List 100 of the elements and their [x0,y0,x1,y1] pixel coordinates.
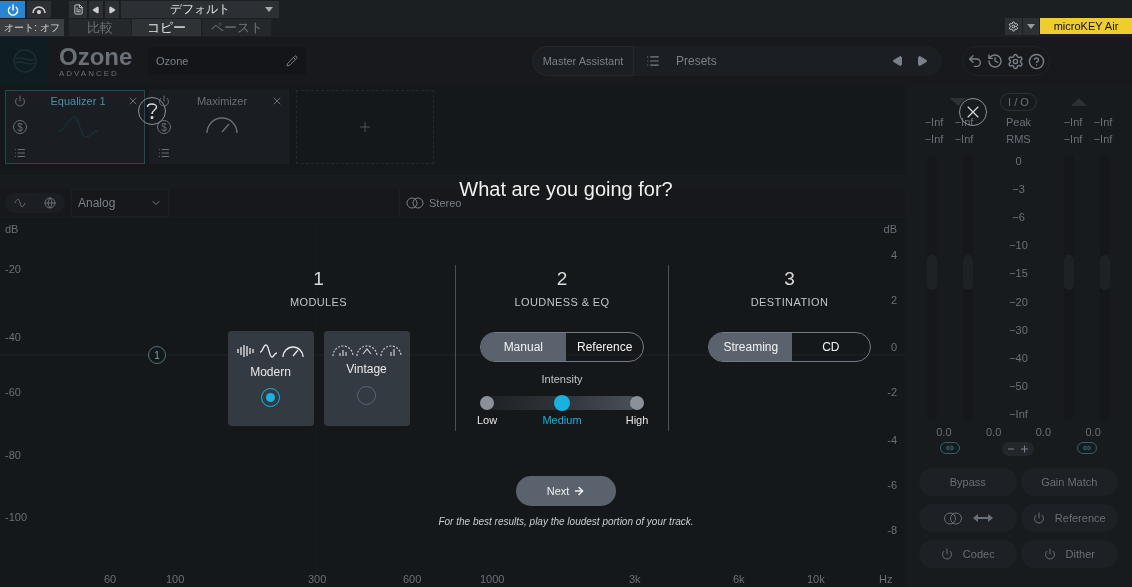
left-triangle-icon [892,55,904,67]
meter-value: −Inf [923,116,945,128]
dropdown-button[interactable] [1023,18,1039,35]
intensity-option[interactable]: Low [472,395,502,426]
power-icon[interactable] [14,95,26,107]
gain-step-button[interactable] [1002,442,1035,456]
list-icon[interactable] [14,147,26,159]
preset-name-field[interactable]: Ozone [148,47,306,75]
document-icon [72,4,84,15]
caret-icon [265,7,273,12]
curve-icon [14,198,26,208]
previous-button[interactable] [89,1,103,18]
module-icons-drawing [235,343,306,359]
preset-dropdown[interactable]: デフォルト [121,1,279,18]
power-icon [1043,548,1056,560]
power-icon[interactable] [158,95,170,107]
frequency-label: 300 [308,573,327,585]
dither-button[interactable]: Dither [1020,540,1118,568]
history-icon[interactable] [987,53,1003,69]
meter-button[interactable]: Bypass [919,468,1017,496]
power-icon [1032,512,1045,524]
host-action-button[interactable]: コピー [132,19,201,36]
globe-icon [44,197,56,209]
left-triangle-icon [92,5,100,14]
segment-option[interactable]: Manual [480,333,566,361]
auto-mode-button[interactable]: オート: オフ [0,19,64,36]
gain-value: 0.0 [1084,426,1102,438]
link-icon [946,444,955,452]
gain-value: 0.0 [984,426,1003,438]
axis-label: -8 [887,524,897,536]
minus-plus-icon [1007,445,1030,453]
question-icon [146,102,158,120]
intensity-option[interactable]: High [622,395,652,426]
segment-option[interactable]: Streaming [709,333,793,361]
presets-label[interactable]: Presets [676,54,886,68]
curve-button[interactable] [27,1,51,18]
plus-icon [357,119,373,135]
view-toggle[interactable] [5,193,65,213]
meter-value: −Inf [1062,116,1084,128]
module-card[interactable]: $ Equalizer 1 [5,90,145,164]
axis-label: -60 [5,386,21,398]
scale-label: 0 [1015,155,1022,167]
intensity-option[interactable]: Medium [537,395,587,426]
frequency-label: 600 [403,573,422,585]
meter-value: −Inf [1062,133,1084,145]
mode-dropdown[interactable]: Analog [71,189,169,217]
meter-value: −Inf [1092,116,1114,128]
step-number: 2 [556,268,568,290]
scale-label: −30 [1009,323,1028,336]
axis-label: -20 [5,263,21,275]
close-icon[interactable] [127,95,139,107]
module-name: Maximizer [196,95,248,107]
frequency-label: 100 [166,573,185,585]
module-option-card[interactable]: Vintage [323,331,410,426]
hint-text: For the best results, play the loudest portion of your track. [438,516,694,527]
device-label: microKEY Air [1040,18,1132,34]
pencil-icon[interactable] [286,55,298,67]
reference-button[interactable]: Reference [1020,504,1118,532]
close-icon[interactable] [271,95,283,107]
segment-option[interactable]: CD [792,333,870,361]
power-button[interactable] [0,1,25,18]
help-icon[interactable] [1028,52,1045,70]
meter-value: −Inf [923,133,945,145]
eq-curve-icon [56,113,100,141]
meter-value: −Inf [953,133,975,145]
module-card[interactable]: $ Maximizer [149,90,289,164]
step-number: 3 [784,268,795,290]
step-number: 1 [313,268,324,290]
gain-value: 0.0 [1034,426,1052,438]
next-preset-button[interactable] [105,1,119,18]
module-option-card[interactable]: Modern [227,331,314,426]
segment-option[interactable]: Reference [566,333,644,361]
scale-label: −20 [1009,295,1028,308]
axis-label: 4 [890,249,897,261]
band-node[interactable]: 1 [148,346,166,364]
meter-button[interactable]: Gain Match [1020,468,1118,496]
settings-icon[interactable] [1007,52,1024,70]
frequency-label: 1000 [480,573,505,585]
peak-label: Peak [1004,116,1033,128]
intensity-label: Intensity [541,373,583,385]
frequency-label: 60 [104,573,117,585]
axis-label: -4 [887,434,897,446]
list-icon[interactable] [158,147,170,159]
axis-label: -100 [5,511,28,523]
scale-label: −3 [1012,183,1025,196]
frequency-label: 10k [807,573,825,585]
next-button[interactable]: Next [516,476,616,506]
frequency-label: 6k [733,573,745,585]
undo-icon[interactable] [967,53,983,69]
stereo-button[interactable] [919,504,1017,532]
document-button[interactable] [69,1,87,18]
settings-button[interactable] [1005,18,1022,35]
meter-value: −Inf [1092,133,1114,145]
arrow-right-icon [573,485,586,497]
axis-label: -6 [887,479,897,491]
frequency-label: Hz [879,573,893,585]
step-label: LOUDNESS & EQ [514,296,610,308]
rms-label: RMS [1005,133,1032,145]
axis-label: dB [883,223,897,235]
codec-button[interactable]: Codec [919,540,1017,568]
